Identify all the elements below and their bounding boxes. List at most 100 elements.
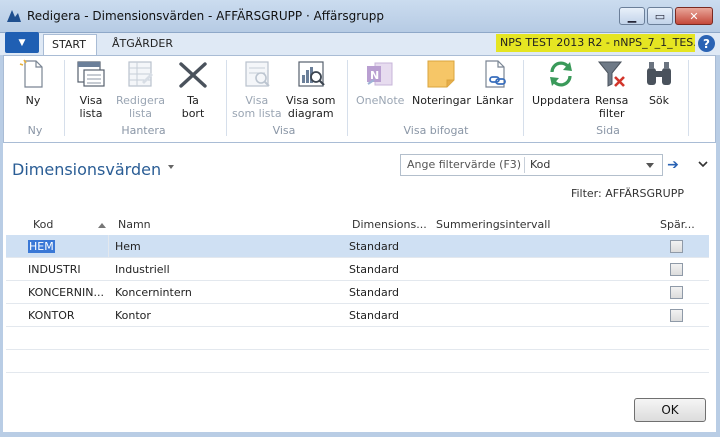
arrow-right-icon[interactable]: ➔ [664,155,682,175]
binoculars-icon [647,62,671,85]
new-button-label: Ny [25,94,41,107]
links-label: Länkar [476,94,514,107]
tab-start[interactable]: START [43,34,97,55]
notes-button[interactable]: Noteringar [412,58,471,107]
links-button[interactable]: Länkar [476,58,513,107]
ribbon-separator [688,60,689,136]
cell-type: Standard [349,286,400,299]
show-as-list-button[interactable]: Visa som lista [232,58,282,120]
cell-namn: Kontor [115,309,151,322]
caret-down-icon[interactable] [168,165,174,169]
filter-box[interactable]: Ange filtervärde (F3) Kod [400,154,663,176]
show-as-list-label-1: Visa [245,94,269,107]
empty-row [6,327,709,350]
refresh-label: Uppdatera [532,94,591,107]
sticky-note-icon [427,60,455,88]
onenote-label: OneNote [356,94,405,107]
show-as-list-label-2: som lista [232,107,282,120]
cell-type: Standard [349,263,400,276]
column-header-blocked[interactable]: Spär... [660,218,700,231]
show-list-label-2: lista [79,107,103,120]
blocked-checkbox[interactable] [670,309,683,322]
show-as-chart-label-1: Visa som [286,94,336,107]
active-filter-label: Filter: AFFÄRSGRUPP [570,187,684,200]
ribbon-separator [226,60,227,136]
ribbon-separator [64,60,65,136]
group-label-page: Sida [596,124,620,137]
table-row[interactable]: INDUSTRI Industriell Standard [6,258,709,281]
chevron-down-icon[interactable] [698,159,708,169]
svg-text:N: N [370,69,379,82]
maximize-button[interactable]: ▭ [647,7,673,25]
table-body: HEM Hem Standard INDUSTRI Industriell St… [6,235,709,373]
cell-type: Standard [349,309,400,322]
clear-filter-button[interactable]: Rensa filter [595,58,628,120]
edit-list-icon [128,61,154,87]
ribbon-separator [347,60,348,136]
ribbon-separator [523,60,524,136]
table-header: Kod Namn Dimensions... Summeringsinterva… [6,214,709,236]
sort-ascending-icon [98,223,106,228]
content-area: Dimensionsvärden Ange filtervärde (F3) K… [3,143,716,432]
clear-filter-label-1: Rensa [595,94,629,107]
onenote-icon: N [367,62,393,86]
list-search-icon [245,61,270,87]
table-row[interactable]: KONTOR Kontor Standard [6,304,709,327]
tab-actions[interactable]: ÅTGÄRDER [104,34,181,55]
dropdown-arrow-icon[interactable] [646,163,654,168]
show-as-chart-label-2: diagram [287,107,334,120]
blocked-checkbox[interactable] [670,263,683,276]
title-bar: Redigera - Dimensionsvärden - AFFÄRSGRUP… [0,0,720,33]
group-label-manage: Hantera [121,124,166,137]
delete-label-1: Ta [187,94,199,107]
refresh-icon [550,61,573,87]
new-document-icon [19,59,43,88]
find-button[interactable]: Sök [643,58,675,107]
group-label-new: Ny [27,124,43,137]
cell-kod[interactable]: HEM [28,240,108,253]
cell-kod: INDUSTRI [28,263,81,276]
group-label-attached: Visa bifogat [403,124,469,137]
onenote-button[interactable]: N OneNote [356,58,404,107]
filter-field-select[interactable]: Kod [530,158,550,171]
page-title[interactable]: Dimensionsvärden [12,160,161,179]
refresh-button[interactable]: Uppdatera [532,58,590,107]
window-title: Redigera - Dimensionsvärden - AFFÄRSGRUP… [27,9,384,23]
table-row[interactable]: HEM Hem Standard [6,235,709,258]
link-document-icon [485,60,506,88]
cell-kod: KONTOR [28,309,75,322]
table-row[interactable]: KONCERNIN... Koncernintern Standard [6,281,709,304]
blocked-checkbox[interactable] [670,286,683,299]
clear-filter-label-2: filter [598,107,625,120]
show-as-chart-button[interactable]: Visa som diagram [286,58,335,120]
column-header-totaling[interactable]: Summeringsintervall [436,218,550,231]
cell-type: Standard [349,240,400,253]
column-header-namn[interactable]: Namn [118,218,151,231]
blocked-checkbox[interactable] [670,240,683,253]
filter-input[interactable]: Ange filtervärde (F3) [407,158,521,171]
show-list-label-1: Visa [79,94,103,107]
column-header-kod[interactable]: Kod [33,218,53,231]
column-header-type[interactable]: Dimensions... [352,218,432,231]
delete-x-icon [179,62,207,88]
ok-button[interactable]: OK [634,398,706,422]
delete-label-2: bort [181,107,205,120]
app-menu-button[interactable]: ▼ [5,32,39,53]
edit-list-button[interactable]: Redigera lista [116,58,165,120]
delete-button[interactable]: Ta bort [177,58,209,120]
ribbon: Ny Ny Visa lista Redigera lista Ta bort … [3,55,716,143]
cell-namn: Koncernintern [115,286,192,299]
clear-filter-icon [597,61,625,87]
notes-label: Noteringar [412,94,471,107]
minimize-button[interactable]: ▁ [619,7,645,25]
edit-list-label-2: lista [129,107,152,120]
cell-namn: Industriell [115,263,170,276]
help-icon[interactable]: ? [698,35,715,52]
company-badge[interactable]: NPS TEST 2013 R2 - nNPS_7_1_TES... [496,34,695,52]
empty-row [6,350,709,373]
edit-list-label-1: Redigera [116,94,165,107]
new-button[interactable]: Ny [17,58,49,107]
show-list-button[interactable]: Visa lista [75,58,107,120]
find-label: Sök [648,94,670,107]
close-button[interactable]: ✕ [675,7,713,25]
